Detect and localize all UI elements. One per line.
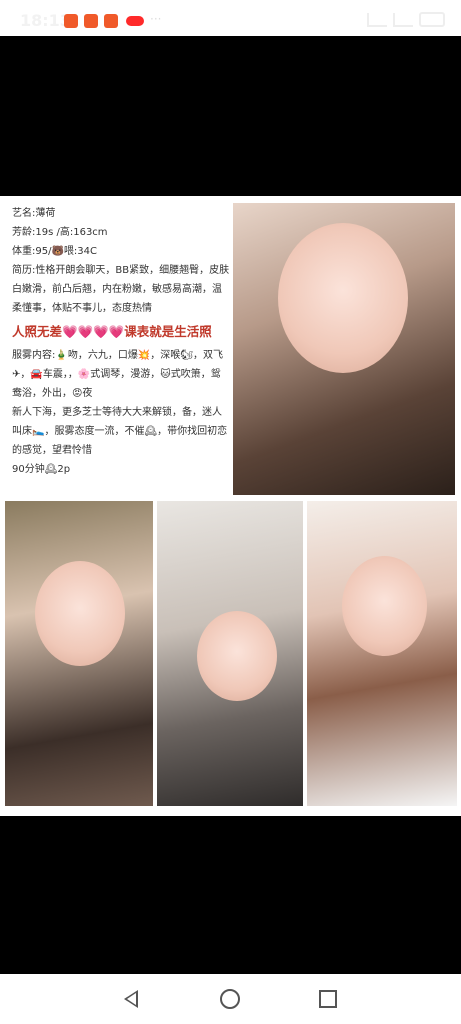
price-text: 90分钟🕰2p bbox=[12, 463, 71, 475]
face bbox=[197, 611, 277, 701]
weight-bust: 体重:95/🐻喂:34C bbox=[12, 246, 97, 257]
navigation-bar bbox=[0, 974, 461, 1024]
app-notification-icon bbox=[64, 14, 78, 28]
face bbox=[35, 561, 125, 666]
stage-name: 艺名:薄荷 bbox=[12, 208, 56, 219]
back-icon bbox=[124, 990, 138, 1008]
more-notifications-icon: ··· bbox=[150, 12, 162, 26]
status-bar: 18:13 ··· bbox=[0, 0, 461, 36]
status-right bbox=[367, 12, 445, 27]
age-height: 芳龄:19s /高:163cm bbox=[12, 227, 108, 238]
face bbox=[342, 556, 427, 656]
app-notification-icon bbox=[104, 14, 118, 28]
main-portrait bbox=[233, 203, 455, 495]
wifi-icon bbox=[393, 12, 413, 27]
red-badge-icon bbox=[126, 16, 144, 26]
image-card: 艺名:薄荷 芳龄:19s /高:163cm 体重:95/🐻喂:34C 简历:性格… bbox=[0, 196, 461, 816]
portrait-1 bbox=[5, 501, 153, 806]
services-text: 服雾内容:🎍吻，六九，口爆💥，深喉🐿，双飞✈，🚘车震，，🌸式调琴，漫游，🐱式吹箫… bbox=[12, 349, 223, 399]
portrait-3 bbox=[307, 501, 457, 806]
slogan: 人照无差💗💗💗💗课表就是生活照 bbox=[12, 324, 212, 339]
portrait-2 bbox=[157, 501, 303, 806]
battery-icon bbox=[419, 12, 445, 27]
signal-icon bbox=[367, 12, 387, 27]
home-icon bbox=[220, 989, 240, 1009]
back-button[interactable] bbox=[101, 974, 161, 1024]
app-notification-icon bbox=[84, 14, 98, 28]
recents-button[interactable] bbox=[298, 974, 358, 1024]
recents-icon bbox=[319, 990, 337, 1008]
home-button[interactable] bbox=[200, 974, 260, 1024]
face bbox=[278, 223, 408, 373]
profile-text: 艺名:薄荷 芳龄:19s /高:163cm 体重:95/🐻喂:34C 简历:性格… bbox=[12, 204, 230, 479]
closing-text: 新人下海，更多芝士等待大大来解锁，备，迷人叫床🛌，服雾态度一流，不催🕰，带你找回… bbox=[12, 406, 228, 456]
intro-text: 简历:性格开朗会聊天，BB紧致，细腰翘臀，皮肤白嫩滑，前凸后翘，内在粉嫩，敏感易… bbox=[12, 265, 230, 314]
